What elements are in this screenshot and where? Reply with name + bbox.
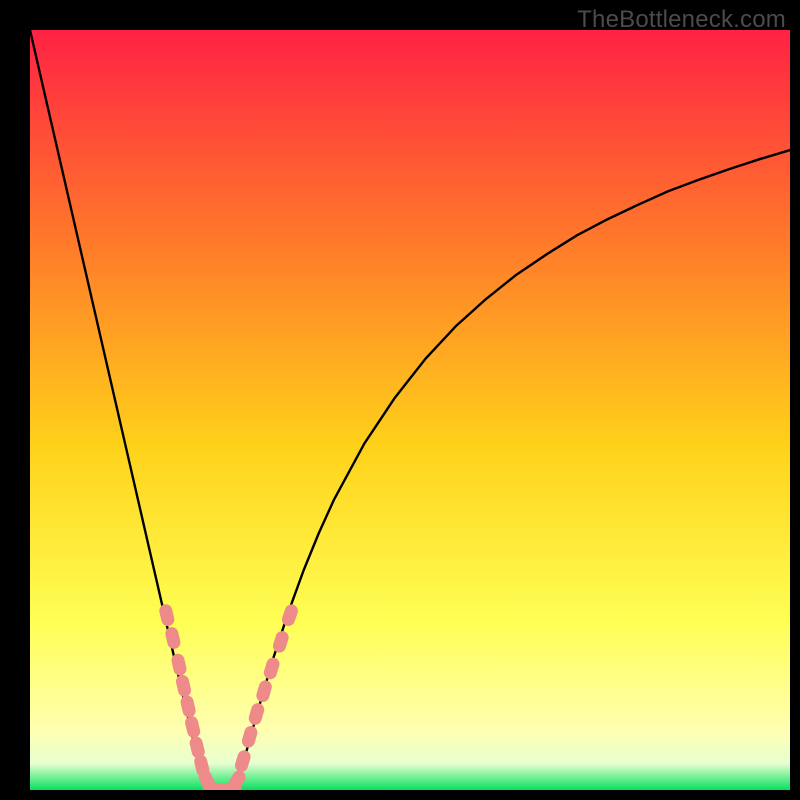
plot-svg: [30, 30, 790, 790]
plot-area: [30, 30, 790, 790]
gradient-background: [30, 30, 790, 790]
watermark-text: TheBottleneck.com: [577, 6, 786, 34]
chart-frame: TheBottleneck.com: [0, 0, 800, 800]
